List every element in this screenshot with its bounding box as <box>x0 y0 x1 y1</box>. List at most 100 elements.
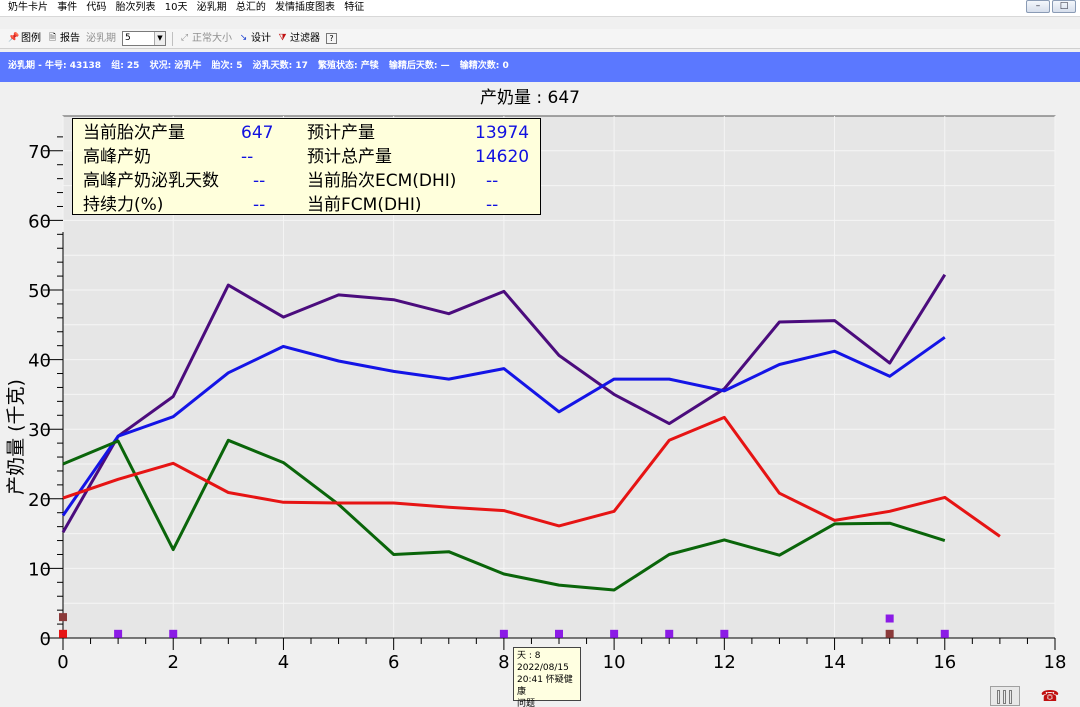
menu-features[interactable]: 特征 <box>344 0 364 16</box>
x-tick-label: 0 <box>57 652 68 673</box>
event-marker <box>555 629 563 638</box>
y-tick-label: 50 <box>28 281 51 302</box>
x-tick-label: 4 <box>278 652 289 673</box>
restore-button[interactable]: □ <box>1052 0 1076 13</box>
menu-cow-card[interactable]: 奶牛卡片 <box>8 0 48 16</box>
info-status: 状况: 泌乳牛 <box>149 61 202 71</box>
event-marker <box>610 629 619 638</box>
zoom-icon: ⤢ <box>180 33 189 43</box>
legend-label: 图例 <box>21 32 41 44</box>
menu-events[interactable]: 事件 <box>57 0 77 16</box>
y-tick-label: 10 <box>28 559 51 580</box>
event-marker <box>114 629 123 638</box>
minimize-button[interactable]: – <box>1026 0 1050 13</box>
menu-10-days[interactable]: 10天 <box>165 0 188 16</box>
info-group: 组: 25 <box>111 61 140 71</box>
summary-value: -- <box>486 171 499 191</box>
y-tick-label: 0 <box>40 629 51 650</box>
event-marker <box>720 629 729 638</box>
milk-yield-chart: 0 10 20 30 40 50 60 70 0 2 4 6 8 10 12 14 16 18 产奶量 : 647 产… <box>0 82 1080 707</box>
cow-info-bar: 泌乳期 - 牛号: 43138 组: 25 状况: 泌乳牛 胎次: 5 泌乳天数… <box>0 52 1080 82</box>
report-button[interactable]: 🗎 报告 <box>47 30 80 48</box>
event-marker <box>940 629 949 638</box>
x-tick-label: 14 <box>823 652 846 673</box>
x-tick-label: 8 <box>498 652 509 673</box>
summary-value: -- <box>253 195 266 215</box>
minimize-icon: – <box>1035 1 1041 11</box>
menu-codes[interactable]: 代码 <box>86 0 106 16</box>
filter-label: 过滤器 <box>290 32 320 44</box>
chart-title: 产奶量 : 647 <box>480 88 580 108</box>
tooltip-day: 天 : 8 <box>517 651 541 661</box>
report-icon: 🗎 <box>48 33 57 43</box>
event-marker <box>169 629 178 638</box>
info-cow-id: 泌乳期 - 牛号: 43138 <box>8 61 102 71</box>
tooltip-event-cont: 问题 <box>517 699 536 707</box>
design-button[interactable]: ↘ 设计 <box>238 30 271 48</box>
y-axis-label: 产奶量 (千克) <box>5 379 27 495</box>
summary-label: 预计产量 <box>307 123 375 143</box>
design-label: 设计 <box>251 32 271 44</box>
chevron-down-icon: ▼ <box>154 32 165 45</box>
info-repro-status: 繁殖状态: 产犊 <box>318 61 379 71</box>
help-button[interactable]: ? <box>326 33 337 44</box>
event-marker <box>499 629 508 638</box>
filter-button[interactable]: ⧩ 过滤器 <box>277 30 320 48</box>
lactation-select-value: 5 <box>125 33 131 43</box>
y-tick-label: 40 <box>28 351 51 372</box>
x-tick-label: 18 <box>1044 652 1067 673</box>
normal-size-button[interactable]: ⤢ 正常大小 <box>179 30 232 48</box>
info-dim: 泌乳天数: 17 <box>252 61 308 71</box>
event-marker <box>885 614 894 623</box>
summary-label: 高峰产奶 <box>83 147 151 167</box>
summary-value: 14620 <box>475 147 530 167</box>
summary-value: 13974 <box>475 123 530 143</box>
filter-icon: ⧩ <box>278 33 287 43</box>
summary-label: 高峰产奶泌乳天数 <box>83 171 219 191</box>
legend-button[interactable]: 📌 图例 <box>8 30 41 48</box>
x-tick-label: 12 <box>713 652 736 673</box>
pin-icon: 📌 <box>8 33 20 43</box>
x-tick-label: 10 <box>603 652 626 673</box>
report-label: 报告 <box>60 32 80 44</box>
info-breeding-count: 输精次数: 0 <box>459 61 509 71</box>
y-tick-label: 30 <box>28 420 51 441</box>
help-icon: ? <box>329 33 334 43</box>
restore-icon: □ <box>1059 1 1069 11</box>
lactation-select[interactable]: 5 ▼ <box>122 31 166 46</box>
grid-toggle-icon[interactable] <box>990 686 1020 706</box>
x-tick-label: 6 <box>388 652 399 673</box>
tooltip-date: 2022/08/15 <box>517 663 569 673</box>
yield-summary-box: 当前胎次产量 647 预计产量 13974 高峰产奶 -- 预计总产量 1462… <box>72 118 541 215</box>
tooltip-event: 20:41 怀疑健康 <box>517 675 573 697</box>
event-marker <box>59 613 67 622</box>
normal-size-label: 正常大小 <box>192 32 232 44</box>
menu-lactation-list[interactable]: 胎次列表 <box>116 0 156 16</box>
summary-value: -- <box>486 195 499 215</box>
phone-icon[interactable]: ☎ <box>1030 686 1070 706</box>
y-tick-label: 20 <box>28 490 51 511</box>
event-marker <box>665 629 674 638</box>
menu-heat-chart[interactable]: 发情插度图表 <box>275 0 335 16</box>
menu-summary[interactable]: 总汇的 <box>236 0 266 16</box>
y-tick-label: 70 <box>28 142 51 163</box>
summary-label: 持续力(%) <box>83 195 164 215</box>
x-tick-label: 16 <box>933 652 956 673</box>
toolbar-divider <box>172 31 173 46</box>
status-icons: ☎ <box>990 684 1080 707</box>
summary-label: 当前胎次ECM(DHI) <box>307 171 457 191</box>
summary-value: -- <box>241 147 254 167</box>
x-tick-label: 2 <box>167 652 178 673</box>
summary-label: 当前胎次产量 <box>83 123 185 143</box>
menu-bar: 奶牛卡片 事件 代码 胎次列表 10天 泌乳期 总汇的 发情插度图表 特征 – … <box>0 0 1080 17</box>
event-marker <box>885 629 894 638</box>
summary-value: 647 <box>241 123 274 143</box>
window-controls: – □ <box>1026 0 1076 14</box>
summary-label: 预计总产量 <box>307 147 392 167</box>
menu-lactation[interactable]: 泌乳期 <box>197 0 227 16</box>
chart-design-icon: ↘ <box>239 33 248 43</box>
info-days-after-breeding: 输精后天数: — <box>388 61 450 71</box>
summary-value: -- <box>253 171 266 191</box>
lactation-label: 泌乳期 <box>86 32 116 44</box>
event-marker <box>59 629 67 638</box>
